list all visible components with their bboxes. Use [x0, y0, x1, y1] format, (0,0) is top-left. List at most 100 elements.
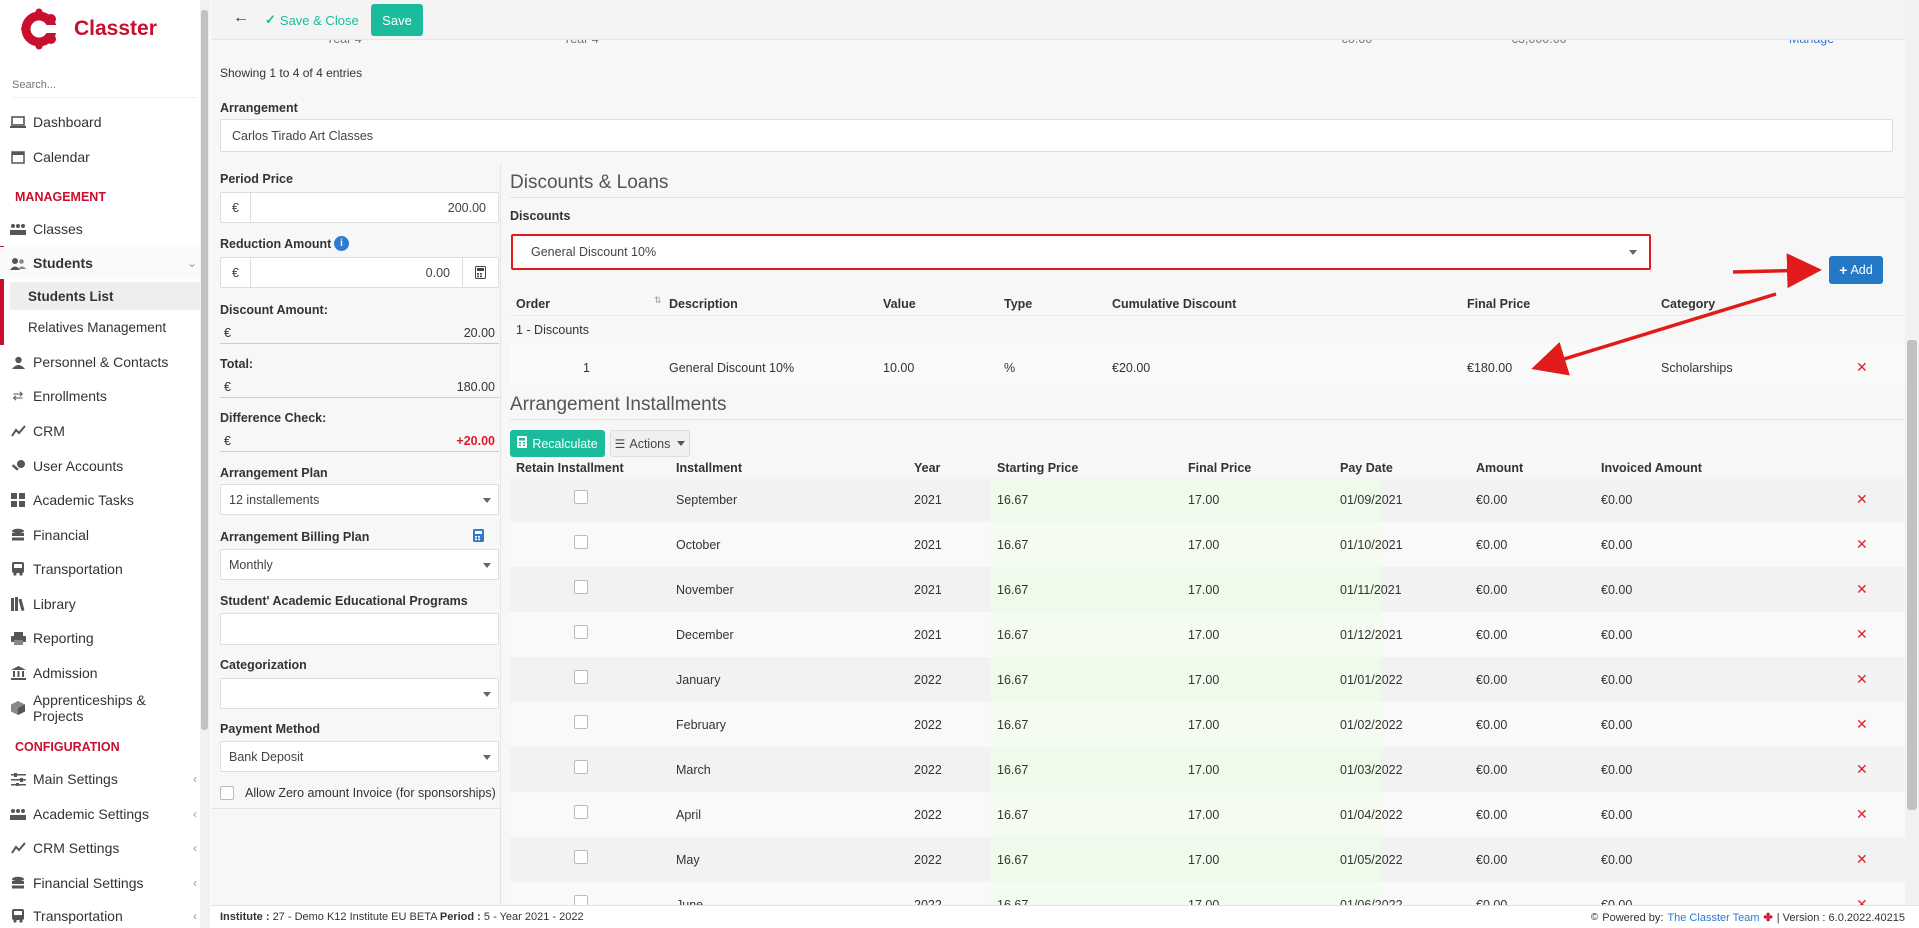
- sidebar-item-relatives[interactable]: Relatives Management: [10, 313, 200, 341]
- col-type[interactable]: Type: [1004, 297, 1032, 311]
- calculator-icon[interactable]: [462, 258, 498, 287]
- installment-name: October: [676, 538, 721, 552]
- retain-installment-checkbox[interactable]: [574, 895, 588, 905]
- retain-installment-checkbox[interactable]: [574, 580, 588, 594]
- delete-installment-icon[interactable]: ✕: [1856, 851, 1868, 868]
- installment-final-price: 17.00: [1188, 898, 1220, 905]
- col-pay-date[interactable]: Pay Date: [1340, 461, 1393, 475]
- installment-starting-price: 16.67: [997, 538, 1029, 552]
- main-scrollbar-thumb[interactable]: [1907, 340, 1917, 810]
- col-order[interactable]: Order: [516, 297, 550, 311]
- brand-logo[interactable]: Classter: [18, 8, 157, 50]
- delete-installment-icon[interactable]: ✕: [1856, 716, 1868, 733]
- retain-installment-checkbox[interactable]: [574, 670, 588, 684]
- col-final-price[interactable]: Final Price: [1467, 297, 1530, 311]
- installment-invoiced: €0.00: [1601, 583, 1633, 597]
- sidebar-item-crm-settings[interactable]: CRM Settings ‹: [0, 832, 200, 864]
- sidebar-search-input[interactable]: [12, 72, 197, 98]
- delete-installment-icon[interactable]: ✕: [1856, 491, 1868, 508]
- installment-year: 2022: [914, 808, 942, 822]
- payment-method-select[interactable]: Bank Deposit: [220, 741, 499, 772]
- sidebar-scrollbar-thumb[interactable]: [201, 10, 208, 730]
- sidebar-item-label: Library: [33, 596, 76, 612]
- delete-discount-icon[interactable]: ✕: [1856, 359, 1868, 376]
- retain-installment-checkbox[interactable]: [574, 805, 588, 819]
- retain-installment-checkbox[interactable]: [574, 715, 588, 729]
- sidebar-item-classes[interactable]: Classes: [0, 213, 200, 245]
- col-cumulative[interactable]: Cumulative Discount: [1112, 297, 1236, 311]
- sidebar-item-academic-tasks[interactable]: Academic Tasks: [0, 484, 200, 516]
- installment-pay-date: 01/12/2021: [1340, 628, 1403, 642]
- footer-institute: Institute : 27 - Demo K12 Institute EU B…: [220, 911, 584, 923]
- team-link[interactable]: The Classter Team: [1667, 912, 1759, 924]
- col-category[interactable]: Category: [1661, 297, 1715, 311]
- programs-field[interactable]: [220, 613, 499, 645]
- calculator-blue-icon[interactable]: [473, 529, 484, 545]
- save-close-button[interactable]: ✓ Save & Close: [265, 10, 359, 30]
- col-description[interactable]: Description: [669, 297, 738, 311]
- billing-plan-select[interactable]: Monthly: [220, 549, 499, 580]
- sort-icon[interactable]: ⇅: [654, 295, 662, 306]
- col-final-price[interactable]: Final Price: [1188, 461, 1251, 475]
- sidebar-item-calendar[interactable]: Calendar: [0, 141, 200, 173]
- retain-installment-checkbox[interactable]: [574, 760, 588, 774]
- installment-name: April: [676, 808, 702, 822]
- arrangement-field[interactable]: Carlos Tirado Art Classes: [220, 119, 1893, 152]
- period-price-field[interactable]: € 200.00: [220, 192, 499, 223]
- col-starting-price[interactable]: Starting Price: [997, 461, 1078, 475]
- sidebar-item-user-accounts[interactable]: User Accounts: [0, 450, 200, 482]
- delete-installment-icon[interactable]: ✕: [1856, 896, 1868, 905]
- delete-installment-icon[interactable]: ✕: [1856, 671, 1868, 688]
- sidebar-item-enrollments[interactable]: ⇄ Enrollments: [0, 380, 200, 412]
- sidebar-item-academic-settings[interactable]: Academic Settings ‹: [0, 798, 200, 830]
- laptop-icon: [9, 114, 27, 130]
- sidebar-item-crm[interactable]: CRM: [0, 415, 200, 447]
- delete-installment-icon[interactable]: ✕: [1856, 806, 1868, 823]
- sidebar-item-transportation-settings[interactable]: Transportation ‹: [0, 900, 200, 928]
- col-amount[interactable]: Amount: [1476, 461, 1523, 475]
- col-invoiced[interactable]: Invoiced Amount: [1601, 461, 1702, 475]
- col-retain[interactable]: Retain Installment: [516, 461, 624, 475]
- sidebar-item-financial-settings[interactable]: Financial Settings ‹: [0, 867, 200, 899]
- table-row: October 2021 16.67 17.00 01/10/2021 €0.00 €0.0…: [510, 522, 1905, 567]
- sidebar-item-dashboard[interactable]: Dashboard: [0, 106, 200, 138]
- actions-label: Actions: [629, 436, 671, 451]
- sidebar-item-students[interactable]: Students ⌄: [0, 247, 200, 279]
- price-column-highlight: [990, 747, 1381, 792]
- info-icon[interactable]: i: [334, 236, 349, 251]
- categorization-select[interactable]: [220, 678, 499, 709]
- arrangement-plan-value: 12 installements: [229, 492, 320, 507]
- col-installment[interactable]: Installment: [676, 461, 742, 475]
- sidebar-item-reporting[interactable]: Reporting: [0, 622, 200, 654]
- add-discount-button[interactable]: + Add: [1829, 256, 1883, 284]
- col-value[interactable]: Value: [883, 297, 916, 311]
- retain-installment-checkbox[interactable]: [574, 625, 588, 639]
- actions-dropdown-button[interactable]: ☰ Actions: [610, 430, 690, 457]
- allow-zero-invoice-checkbox[interactable]: [220, 786, 234, 800]
- delete-installment-icon[interactable]: ✕: [1856, 536, 1868, 553]
- installment-amount: €0.00: [1476, 583, 1508, 597]
- sidebar-item-personnel[interactable]: Personnel & Contacts: [0, 346, 200, 378]
- recalculate-button[interactable]: Recalculate: [510, 430, 605, 457]
- arrangement-plan-select[interactable]: 12 installements: [220, 484, 499, 515]
- retain-installment-checkbox[interactable]: [574, 490, 588, 504]
- sidebar-item-transportation[interactable]: Transportation: [0, 553, 200, 585]
- delete-installment-icon[interactable]: ✕: [1856, 626, 1868, 643]
- delete-installment-icon[interactable]: ✕: [1856, 761, 1868, 778]
- table-row: December 2021 16.67 17.00 01/12/2021 €0.00 €0.…: [510, 612, 1905, 657]
- delete-installment-icon[interactable]: ✕: [1856, 581, 1868, 598]
- sidebar-item-apprenticeships[interactable]: Apprenticeships & Projects: [0, 692, 200, 724]
- sidebar-item-library[interactable]: Library: [0, 588, 200, 620]
- back-arrow-icon[interactable]: ←: [233, 9, 255, 31]
- sidebar-item-financial[interactable]: Financial: [0, 519, 200, 551]
- retain-installment-checkbox[interactable]: [574, 850, 588, 864]
- retain-installment-checkbox[interactable]: [574, 535, 588, 549]
- sidebar-item-admission[interactable]: Admission: [0, 657, 200, 689]
- sidebar-item-main-settings[interactable]: Main Settings ‹: [0, 763, 200, 795]
- reduction-amount-field[interactable]: € 0.00: [220, 257, 499, 288]
- discounts-select[interactable]: General Discount 10%: [511, 234, 1651, 270]
- sidebar-item-students-list[interactable]: Students List: [10, 282, 200, 310]
- total-value: 180.00: [456, 380, 495, 394]
- save-button[interactable]: Save: [371, 4, 423, 36]
- col-year[interactable]: Year: [914, 461, 940, 475]
